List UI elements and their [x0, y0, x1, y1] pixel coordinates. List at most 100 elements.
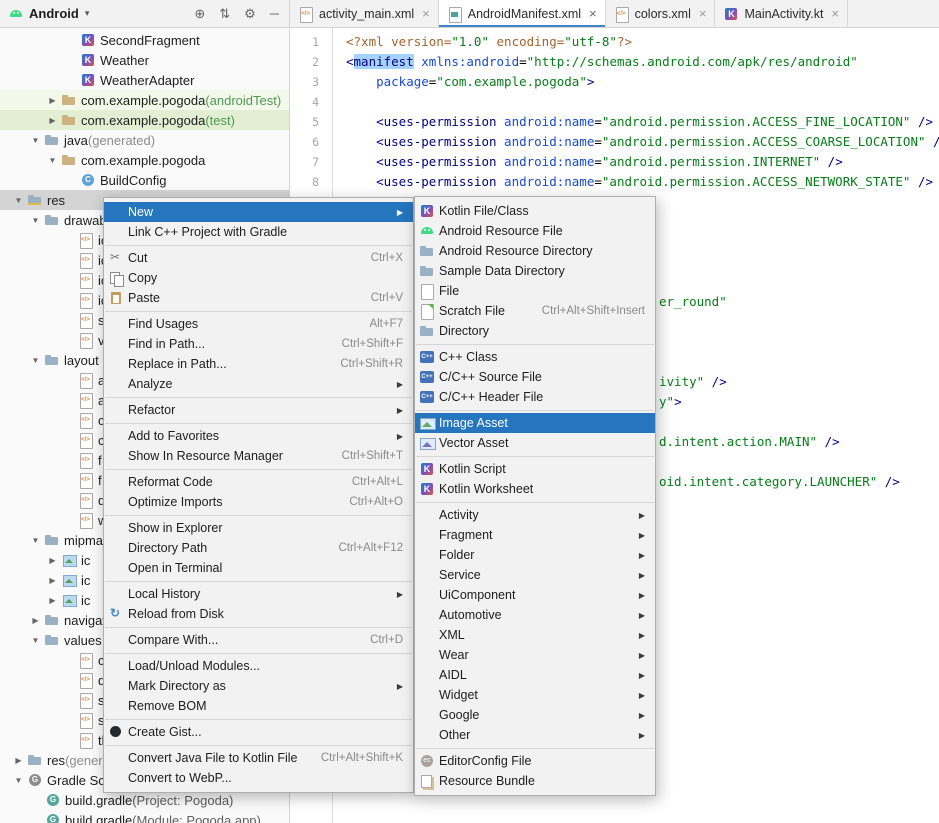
menu-item-widget[interactable]: Widget▶	[415, 685, 655, 705]
chevron-down-icon[interactable]: ▼	[27, 536, 44, 545]
chevron-right-icon[interactable]: ▶	[44, 576, 61, 585]
tab-colors-xml[interactable]: colors.xml×	[606, 0, 716, 27]
menu-item-optimize-imports[interactable]: Optimize ImportsCtrl+Alt+O	[104, 492, 413, 512]
tree-row[interactable]: build.gradle (Module: Pogoda.app)	[0, 810, 289, 823]
code-area[interactable]: 1<?xml version="1.0" encoding="utf-8"?>2…	[290, 28, 939, 192]
menu-item-resource-bundle[interactable]: Resource Bundle	[415, 771, 655, 791]
tree-row[interactable]: WeatherAdapter	[0, 70, 289, 90]
menu-item-directory[interactable]: Directory	[415, 321, 655, 341]
tree-row[interactable]: build.gradle (Project: Pogoda)	[0, 790, 289, 810]
chevron-down-icon[interactable]: ▼	[27, 636, 44, 645]
menu-item-automotive[interactable]: Automotive▶	[415, 605, 655, 625]
menu-item-vector-asset[interactable]: Vector Asset	[415, 433, 655, 453]
menu-item-c-c-header-file[interactable]: C/C++ Header File	[415, 387, 655, 407]
chevron-right-icon[interactable]: ▶	[44, 596, 61, 605]
github-icon	[108, 724, 124, 740]
menu-item-find-in-path[interactable]: Find in Path...Ctrl+Shift+F	[104, 334, 413, 354]
menu-item-aidl[interactable]: AIDL▶	[415, 665, 655, 685]
close-icon[interactable]: ×	[699, 6, 707, 21]
menu-item-copy[interactable]: Copy	[104, 268, 413, 288]
menu-item-convert-to-webp[interactable]: Convert to WebP...	[104, 768, 413, 788]
close-icon[interactable]: ×	[831, 6, 839, 21]
tab-androidmanifest-xml[interactable]: AndroidManifest.xml×	[439, 0, 606, 27]
settings-gear-icon[interactable]: ⚙	[244, 6, 256, 22]
menu-item-paste[interactable]: PasteCtrl+V	[104, 288, 413, 308]
tree-row[interactable]: SecondFragment	[0, 30, 289, 50]
menu-item-add-to-favorites[interactable]: Add to Favorites▶	[104, 426, 413, 446]
hide-panel-icon[interactable]: ─	[270, 6, 279, 22]
collapse-all-icon[interactable]: ⇅	[219, 6, 230, 22]
menu-item-wear[interactable]: Wear▶	[415, 645, 655, 665]
menu-item-service[interactable]: Service▶	[415, 565, 655, 585]
menu-item-kotlin-worksheet[interactable]: Kotlin Worksheet	[415, 479, 655, 499]
tree-row[interactable]: ▼com.example.pogoda	[0, 150, 289, 170]
chevron-down-icon[interactable]: ▼	[44, 156, 61, 165]
menu-item-file[interactable]: File	[415, 281, 655, 301]
menu-item-link-c-project-with-gradle[interactable]: Link C++ Project with Gradle	[104, 222, 413, 242]
menu-item-label: Open in Terminal	[128, 561, 222, 575]
locate-file-icon[interactable]: ⊕	[194, 6, 205, 22]
menu-shortcut: Ctrl+X	[359, 252, 403, 264]
tab-mainactivity-kt[interactable]: MainActivity.kt×	[715, 0, 848, 27]
menu-item-convert-java-file-to-kotlin-file[interactable]: Convert Java File to Kotlin FileCtrl+Alt…	[104, 748, 413, 768]
menu-item-create-gist[interactable]: Create Gist...	[104, 722, 413, 742]
menu-item-sample-data-directory[interactable]: Sample Data Directory	[415, 261, 655, 281]
close-icon[interactable]: ×	[589, 6, 597, 21]
tree-row[interactable]: BuildConfig	[0, 170, 289, 190]
chevron-right-icon[interactable]: ▶	[27, 616, 44, 625]
tab-activity-main-xml[interactable]: activity_main.xml×	[290, 0, 439, 27]
project-view-selector[interactable]: Android	[29, 6, 79, 21]
chevron-down-icon[interactable]: ▼	[27, 216, 44, 225]
menu-item-reload-from-disk[interactable]: Reload from Disk	[104, 604, 413, 624]
menu-item-compare-with[interactable]: Compare With...Ctrl+D	[104, 630, 413, 650]
menu-item-android-resource-file[interactable]: Android Resource File	[415, 221, 655, 241]
menu-item-kotlin-script[interactable]: Kotlin Script	[415, 459, 655, 479]
tree-item-label: f	[98, 453, 102, 468]
menu-item-fragment[interactable]: Fragment▶	[415, 525, 655, 545]
menu-item-scratch-file[interactable]: Scratch FileCtrl+Alt+Shift+Insert	[415, 301, 655, 321]
chevron-right-icon[interactable]: ▶	[10, 756, 27, 765]
menu-item-other[interactable]: Other▶	[415, 725, 655, 745]
menu-item-editorconfig-file[interactable]: EditorConfig File	[415, 751, 655, 771]
chevron-right-icon[interactable]: ▶	[44, 96, 61, 105]
tree-row[interactable]: ▼java (generated)	[0, 130, 289, 150]
menu-item-find-usages[interactable]: Find UsagesAlt+F7	[104, 314, 413, 334]
menu-item-google[interactable]: Google▶	[415, 705, 655, 725]
tree-row[interactable]: ▶com.example.pogoda (androidTest)	[0, 90, 289, 110]
menu-item-c-class[interactable]: C++ Class	[415, 347, 655, 367]
chevron-down-icon[interactable]: ▼	[10, 196, 27, 205]
menu-item-local-history[interactable]: Local History▶	[104, 584, 413, 604]
menu-item-android-resource-directory[interactable]: Android Resource Directory	[415, 241, 655, 261]
menu-item-reformat-code[interactable]: Reformat CodeCtrl+Alt+L	[104, 472, 413, 492]
chevron-down-icon[interactable]: ▼	[27, 356, 44, 365]
menu-item-mark-directory-as[interactable]: Mark Directory as▶	[104, 676, 413, 696]
menu-item-refactor[interactable]: Refactor▶	[104, 400, 413, 420]
menu-item-kotlin-file-class[interactable]: Kotlin File/Class	[415, 201, 655, 221]
chevron-right-icon[interactable]: ▶	[44, 116, 61, 125]
menu-item-image-asset[interactable]: Image Asset	[415, 413, 655, 433]
menu-item-analyze[interactable]: Analyze▶	[104, 374, 413, 394]
menu-item-directory-path[interactable]: Directory PathCtrl+Alt+F12	[104, 538, 413, 558]
menu-item-uicomponent[interactable]: UiComponent▶	[415, 585, 655, 605]
code-token	[346, 134, 376, 149]
chevron-right-icon[interactable]: ▶	[44, 556, 61, 565]
tree-row[interactable]: ▶com.example.pogoda (test)	[0, 110, 289, 130]
menu-item-show-in-resource-manager[interactable]: Show In Resource ManagerCtrl+Shift+T	[104, 446, 413, 466]
menu-item-show-in-explorer[interactable]: Show in Explorer	[104, 518, 413, 538]
menu-item-folder[interactable]: Folder▶	[415, 545, 655, 565]
chevron-down-icon[interactable]: ▾	[85, 8, 90, 19]
menu-item-load-unload-modules[interactable]: Load/Unload Modules...	[104, 656, 413, 676]
close-icon[interactable]: ×	[422, 6, 430, 21]
menu-item-new[interactable]: New▶	[104, 202, 413, 222]
menu-item-remove-bom[interactable]: Remove BOM	[104, 696, 413, 716]
chevron-down-icon[interactable]: ▼	[27, 136, 44, 145]
menu-item-open-in-terminal[interactable]: Open in Terminal	[104, 558, 413, 578]
chevron-down-icon[interactable]: ▼	[10, 776, 27, 785]
menu-icon-spacer	[108, 632, 124, 648]
menu-item-c-c-source-file[interactable]: C/C++ Source File	[415, 367, 655, 387]
menu-item-replace-in-path[interactable]: Replace in Path...Ctrl+Shift+R	[104, 354, 413, 374]
menu-item-xml[interactable]: XML▶	[415, 625, 655, 645]
tree-row[interactable]: Weather	[0, 50, 289, 70]
menu-item-activity[interactable]: Activity▶	[415, 505, 655, 525]
menu-item-cut[interactable]: CutCtrl+X	[104, 248, 413, 268]
